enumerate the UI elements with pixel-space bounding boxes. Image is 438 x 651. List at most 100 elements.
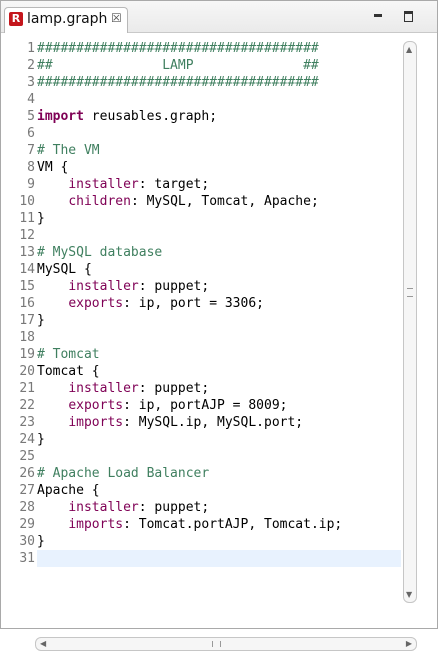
line-number: 24: [19, 432, 35, 447]
code-token: : target;: [138, 177, 210, 192]
code-line[interactable]: [37, 92, 342, 109]
line-number: 2: [27, 58, 35, 73]
tab-lamp-graph[interactable]: R lamp.graph ☒: [4, 7, 128, 33]
line-number: 30: [19, 534, 35, 549]
code-line[interactable]: imports: Tomcat.portAJP, Tomcat.ip;: [37, 517, 342, 534]
line-number: 16: [19, 296, 35, 311]
code-line[interactable]: # Tomcat: [37, 347, 342, 364]
property-token: installer: [68, 279, 139, 294]
code-token: : puppet;: [138, 381, 210, 396]
code-line[interactable]: # The VM: [37, 143, 342, 160]
comment-token: # MySQL database: [37, 245, 163, 260]
code-line[interactable]: [37, 551, 342, 568]
code-token: }: [37, 534, 45, 549]
code-token: : ip, port = 3306;: [123, 296, 264, 311]
line-number: 4: [27, 92, 35, 107]
code-line[interactable]: installer: puppet;: [37, 381, 342, 398]
code-token: Apache {: [37, 483, 100, 498]
line-number: 20: [19, 364, 35, 379]
code-line[interactable]: Apache {: [37, 483, 342, 500]
code-line[interactable]: installer: target;: [37, 177, 342, 194]
code-line[interactable]: imports: MySQL.ip, MySQL.port;: [37, 415, 342, 432]
horizontal-scroll-grip-icon[interactable]: [212, 641, 221, 647]
line-number: 27: [19, 483, 35, 498]
code-line[interactable]: ## LAMP ##: [37, 58, 342, 75]
maximize-icon[interactable]: [402, 9, 416, 23]
vertical-scrollbar[interactable]: ▲ ▼: [403, 41, 417, 603]
code-line[interactable]: }: [37, 432, 342, 449]
tab-title: lamp.graph: [27, 11, 108, 27]
property-token: exports: [68, 296, 124, 311]
code-line[interactable]: MySQL {: [37, 262, 342, 279]
property-token: imports: [68, 517, 124, 532]
line-number: 15: [19, 279, 35, 294]
code-line[interactable]: ####################################: [37, 75, 342, 92]
line-number: 29: [19, 517, 35, 532]
code-token: }: [37, 211, 45, 226]
code-line[interactable]: VM {: [37, 160, 342, 177]
comment-token: ####################################: [37, 41, 319, 56]
property-token: imports: [68, 415, 124, 430]
line-number: 25: [19, 449, 35, 464]
code-token: : MySQL.ip, MySQL.port;: [123, 415, 304, 430]
keyword-token: import: [37, 109, 84, 124]
code-line[interactable]: exports: ip, portAJP = 8009;: [37, 398, 342, 415]
close-icon[interactable]: ☒: [111, 11, 122, 25]
code-token: VM {: [37, 160, 69, 175]
tab-bar: R lamp.graph ☒: [1, 1, 437, 33]
scroll-left-icon[interactable]: ◀: [40, 639, 46, 648]
line-number: 7: [27, 143, 35, 158]
scroll-right-icon[interactable]: ▶: [406, 639, 412, 648]
code-line[interactable]: ####################################: [37, 41, 342, 58]
scroll-up-icon[interactable]: ▲: [406, 45, 412, 54]
horizontal-scrollbar[interactable]: ◀ ▶: [35, 637, 417, 651]
scroll-grip-icon[interactable]: [407, 288, 413, 297]
comment-token: ## LAMP ##: [37, 58, 319, 73]
code-token: : Tomcat.portAJP, Tomcat.ip;: [123, 517, 343, 532]
code-line[interactable]: [37, 228, 342, 245]
line-number: 12: [19, 228, 35, 243]
line-number: 21: [19, 381, 35, 396]
code-editor[interactable]: 1 2 3 4 5 6 7 8 9 10 11 12 13 14 15 16 17 18 19 20 21 22 23 24 2…: [1, 33, 437, 651]
code-area[interactable]: #################################### ## L…: [37, 41, 342, 568]
line-number: 10: [19, 194, 35, 209]
code-line[interactable]: installer: puppet;: [37, 500, 342, 517]
line-number: 14: [19, 262, 35, 277]
code-line[interactable]: [37, 449, 342, 466]
scroll-down-icon[interactable]: ▼: [406, 590, 412, 599]
line-number: 18: [19, 330, 35, 345]
line-number: 1: [27, 41, 35, 56]
line-number: 26: [19, 466, 35, 481]
code-line[interactable]: # MySQL database: [37, 245, 342, 262]
code-line[interactable]: }: [37, 534, 342, 551]
code-line[interactable]: Tomcat {: [37, 364, 342, 381]
line-number: 6: [27, 126, 35, 141]
code-token: : ip, portAJP = 8009;: [123, 398, 288, 413]
minimize-icon[interactable]: [371, 9, 385, 23]
code-line[interactable]: }: [37, 313, 342, 330]
code-line[interactable]: import reusables.graph;: [37, 109, 342, 126]
code-line[interactable]: [37, 126, 342, 143]
code-line[interactable]: # Apache Load Balancer: [37, 466, 342, 483]
code-line[interactable]: installer: puppet;: [37, 279, 342, 296]
code-line[interactable]: exports: ip, port = 3306;: [37, 296, 342, 313]
code-token: MySQL {: [37, 262, 92, 277]
property-token: exports: [68, 398, 124, 413]
line-number-gutter: 1 2 3 4 5 6 7 8 9 10 11 12 13 14 15 16 17 18 19 20 21 22 23 24 2…: [1, 41, 35, 568]
code-token: : puppet;: [138, 500, 210, 515]
property-token: children: [68, 194, 131, 209]
property-token: installer: [68, 500, 139, 515]
line-number: 19: [19, 347, 35, 362]
editor-window: R lamp.graph ☒ 1 2 3 4 5 6 7 8 9 10 11 12 13 14 15 16 17…: [0, 0, 438, 651]
line-number: 23: [19, 415, 35, 430]
code-line[interactable]: children: MySQL, Tomcat, Apache;: [37, 194, 342, 211]
code-line[interactable]: }: [37, 211, 342, 228]
code-line[interactable]: [37, 330, 342, 347]
